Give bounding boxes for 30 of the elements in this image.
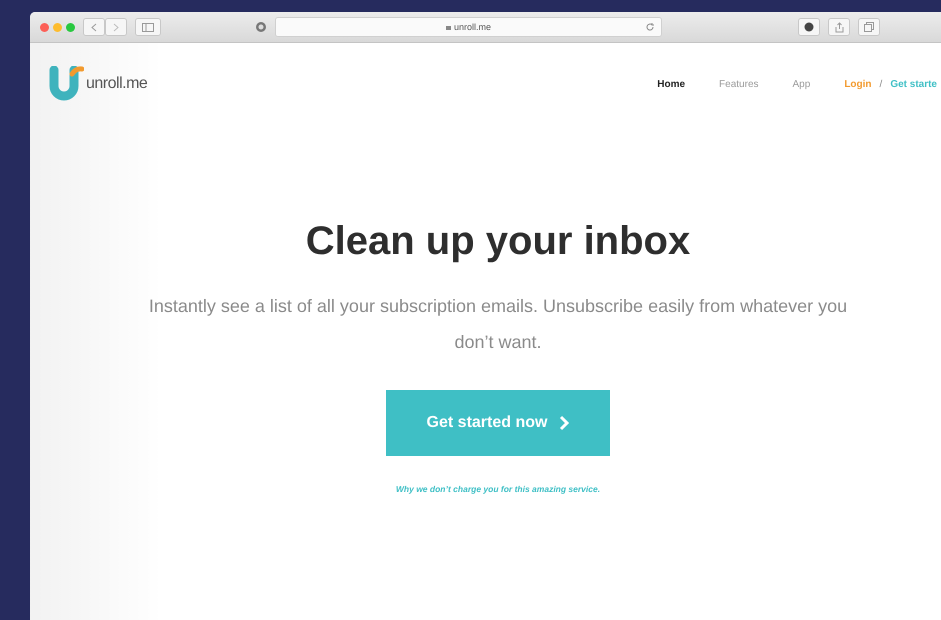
pricing-link[interactable]: Why we don’t charge you for this amazing service. xyxy=(396,484,600,494)
logo-icon xyxy=(48,66,84,102)
tabs-button[interactable] xyxy=(858,18,880,36)
chevron-right-icon xyxy=(559,415,570,431)
hero-title: Clean up your inbox xyxy=(306,219,690,264)
share-button[interactable] xyxy=(828,18,850,36)
maximize-icon[interactable] xyxy=(66,22,75,32)
sidebar-icon xyxy=(142,22,154,32)
reload-icon[interactable] xyxy=(645,22,655,32)
chevron-left-icon xyxy=(91,22,97,32)
tabs-icon xyxy=(864,22,874,32)
forward-button[interactable] xyxy=(105,18,127,36)
nav-link[interactable]: Home xyxy=(657,78,686,90)
nav-link[interactable]: Features xyxy=(719,78,759,90)
close-icon[interactable] xyxy=(40,22,49,32)
login-link[interactable]: Login xyxy=(844,78,872,90)
circle-icon xyxy=(804,22,814,32)
chevron-right-icon xyxy=(113,22,119,32)
minimize-icon[interactable] xyxy=(53,22,62,32)
get-started-link[interactable]: Get starte xyxy=(890,78,937,90)
back-button[interactable] xyxy=(83,18,105,36)
address-bar[interactable]: unroll.me xyxy=(275,17,662,37)
logo-text: unroll.me xyxy=(86,75,148,93)
sidebar-button[interactable] xyxy=(135,18,161,36)
separator: / xyxy=(880,78,882,90)
nav-link[interactable]: App xyxy=(792,78,810,90)
info-button[interactable] xyxy=(798,18,820,36)
share-icon xyxy=(834,22,844,32)
hero-subtitle: Instantly see a list of all your subscription emails. Unsubscribe easily from whatever you don’t want. xyxy=(148,295,848,354)
get-started-button[interactable]: Get started now xyxy=(386,390,610,456)
